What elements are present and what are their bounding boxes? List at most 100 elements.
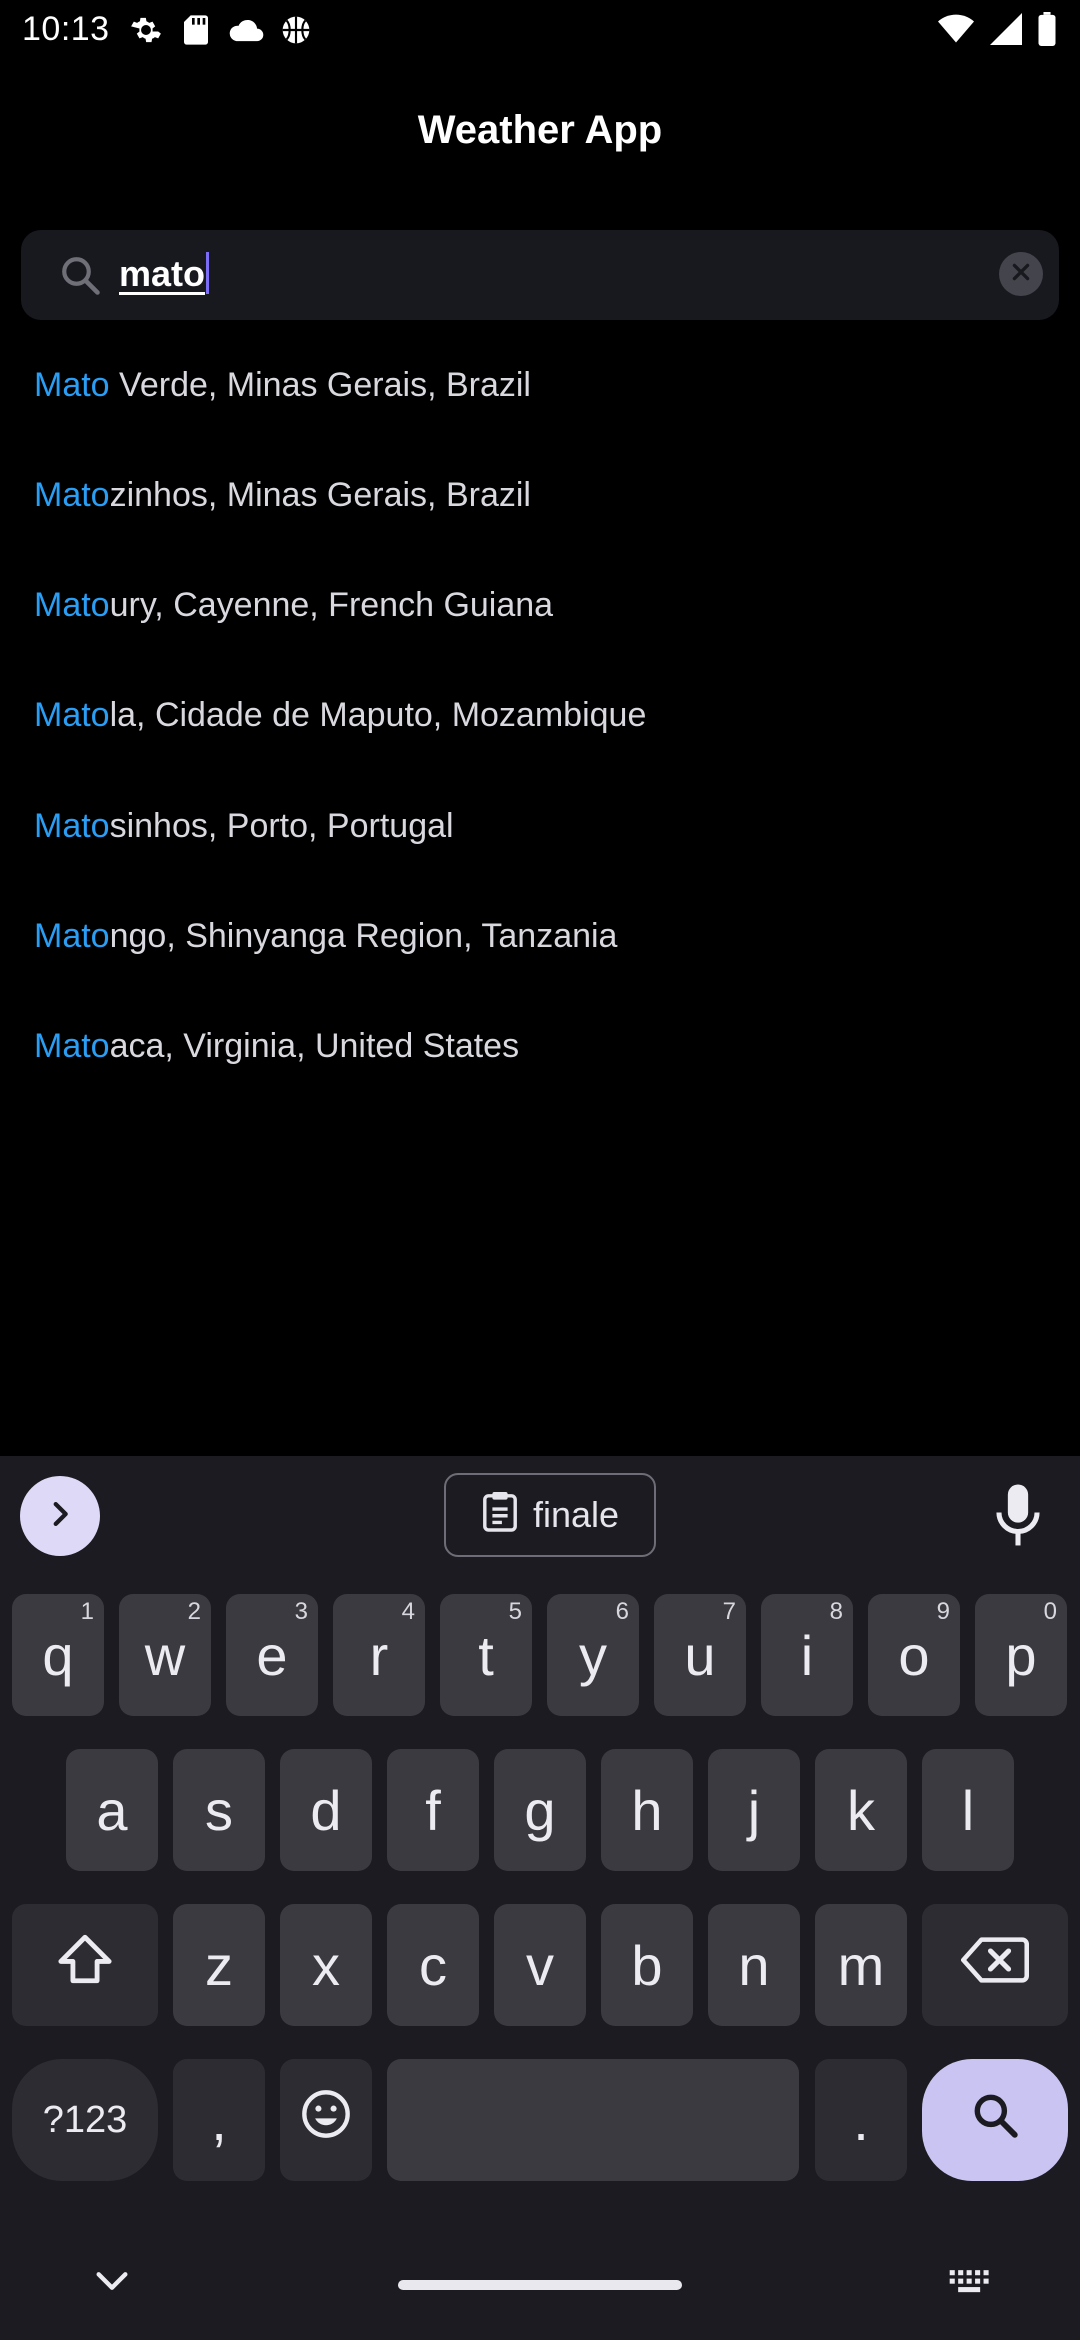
- emoji-key[interactable]: [280, 2059, 372, 2181]
- key-f[interactable]: f: [387, 1749, 479, 1871]
- keyboard-expand-button[interactable]: [20, 1476, 100, 1556]
- search-action-key[interactable]: [922, 2059, 1068, 2181]
- backspace-key[interactable]: [922, 1904, 1068, 2026]
- key-c[interactable]: c: [387, 1904, 479, 2026]
- key-y[interactable]: y6: [547, 1594, 639, 1716]
- key-l[interactable]: l: [922, 1749, 1014, 1871]
- result-item[interactable]: Mato zinhos, Minas Gerais, Brazil: [34, 450, 531, 540]
- chevron-right-icon: [43, 1497, 77, 1536]
- hide-keyboard-button[interactable]: [92, 2266, 132, 2301]
- keyboard-switch-button[interactable]: [948, 2268, 992, 2301]
- key-label: w: [144, 1623, 186, 1687]
- battery-icon: [1038, 12, 1056, 51]
- symbols-key[interactable]: ?123: [12, 2059, 158, 2181]
- key-x[interactable]: x: [280, 1904, 372, 2026]
- key-hint: 3: [294, 1598, 308, 1625]
- result-rest-text: la, Cidade de Maputo, Mozambique: [109, 695, 647, 734]
- shift-key[interactable]: [12, 1904, 158, 2026]
- sd-card-icon: [178, 12, 214, 48]
- comma-key[interactable]: ,: [173, 2059, 265, 2181]
- keyboard-icon: [948, 2270, 992, 2300]
- key-i[interactable]: i8: [761, 1594, 853, 1716]
- key-label: x: [312, 1933, 340, 1997]
- key-hint: 9: [936, 1598, 950, 1625]
- result-match-text: Mato: [34, 475, 110, 514]
- key-hint: 8: [829, 1598, 843, 1625]
- key-z[interactable]: z: [173, 1904, 265, 2026]
- clipboard-suggestion-chip[interactable]: finale: [444, 1473, 656, 1557]
- period-key[interactable]: .: [815, 2059, 907, 2181]
- key-label: e: [256, 1623, 288, 1687]
- search-input-value: mato: [119, 253, 206, 294]
- key-t[interactable]: t5: [440, 1594, 532, 1716]
- key-label: f: [425, 1778, 441, 1842]
- key-b[interactable]: b: [601, 1904, 693, 2026]
- key-label: i: [800, 1623, 814, 1687]
- search-icon: [970, 2088, 1020, 2153]
- result-item[interactable]: Mato la, Cidade de Maputo, Mozambique: [34, 670, 646, 760]
- key-e[interactable]: e3: [226, 1594, 318, 1716]
- key-label: m: [837, 1933, 885, 1997]
- key-m[interactable]: m: [815, 1904, 907, 2026]
- wifi-icon: [938, 13, 974, 50]
- microphone-icon: [992, 1484, 1044, 1552]
- key-g[interactable]: g: [494, 1749, 586, 1871]
- key-n[interactable]: n: [708, 1904, 800, 2026]
- key-h[interactable]: h: [601, 1749, 693, 1871]
- key-hint: 7: [722, 1598, 736, 1625]
- key-o[interactable]: o9: [868, 1594, 960, 1716]
- key-label: j: [747, 1778, 761, 1842]
- key-label: t: [478, 1623, 494, 1687]
- key-s[interactable]: s: [173, 1749, 265, 1871]
- key-label: c: [419, 1933, 447, 1997]
- key-label: r: [369, 1623, 389, 1687]
- result-item[interactable]: Mato sinhos, Porto, Portugal: [34, 781, 454, 871]
- key-label: a: [96, 1778, 128, 1842]
- key-j[interactable]: j: [708, 1749, 800, 1871]
- key-a[interactable]: a: [66, 1749, 158, 1871]
- text-cursor: [206, 252, 210, 294]
- key-label: z: [205, 1933, 233, 1997]
- emoji-icon: [300, 2088, 352, 2153]
- result-item[interactable]: Mato ury, Cayenne, French Guiana: [34, 560, 553, 650]
- status-time: 10:13: [22, 10, 110, 48]
- voice-input-button[interactable]: [992, 1482, 1044, 1548]
- shift-icon: [56, 1932, 114, 1999]
- result-match-text: Mato: [34, 1026, 110, 1065]
- key-label: q: [42, 1623, 74, 1687]
- status-system-icons: [938, 12, 1056, 51]
- key-hint: 1: [80, 1598, 94, 1625]
- status-bar: 10:13: [0, 0, 1080, 62]
- key-d[interactable]: d: [280, 1749, 372, 1871]
- key-label: y: [579, 1623, 607, 1687]
- search-input[interactable]: mato: [119, 252, 210, 295]
- clear-search-button[interactable]: [999, 252, 1043, 296]
- key-q[interactable]: q1: [12, 1594, 104, 1716]
- on-screen-keyboard: finale q1 w2 e3 r4 t5 y6 u7 i8 o9 p0 a s…: [0, 1456, 1080, 2340]
- key-w[interactable]: w2: [119, 1594, 211, 1716]
- search-bar[interactable]: mato: [21, 230, 1059, 320]
- result-item[interactable]: Mato ngo, Shinyanga Region, Tanzania: [34, 891, 617, 981]
- key-label: d: [310, 1778, 342, 1842]
- result-item[interactable]: Mato aca, Virginia, United States: [34, 1001, 519, 1091]
- key-hint: 2: [187, 1598, 201, 1625]
- key-hint: 4: [401, 1598, 415, 1625]
- result-item[interactable]: Mato Verde, Minas Gerais, Brazil: [34, 340, 531, 430]
- search-icon: [59, 254, 101, 296]
- space-key[interactable]: [387, 2059, 799, 2181]
- home-gesture-handle[interactable]: [398, 2280, 682, 2290]
- key-k[interactable]: k: [815, 1749, 907, 1871]
- key-u[interactable]: u7: [654, 1594, 746, 1716]
- result-match-text: Mato: [34, 365, 110, 404]
- result-match-text: Mato: [34, 585, 110, 624]
- key-label: s: [205, 1778, 233, 1842]
- key-p[interactable]: p0: [975, 1594, 1067, 1716]
- result-rest-text: ury, Cayenne, French Guiana: [109, 585, 554, 624]
- key-v[interactable]: v: [494, 1904, 586, 2026]
- key-label: b: [631, 1933, 663, 1997]
- navigation-bar: [0, 2230, 1080, 2340]
- key-r[interactable]: r4: [333, 1594, 425, 1716]
- signal-icon: [990, 13, 1022, 50]
- result-match-text: Mato: [34, 916, 110, 955]
- result-rest-text: zinhos, Minas Gerais, Brazil: [109, 475, 531, 514]
